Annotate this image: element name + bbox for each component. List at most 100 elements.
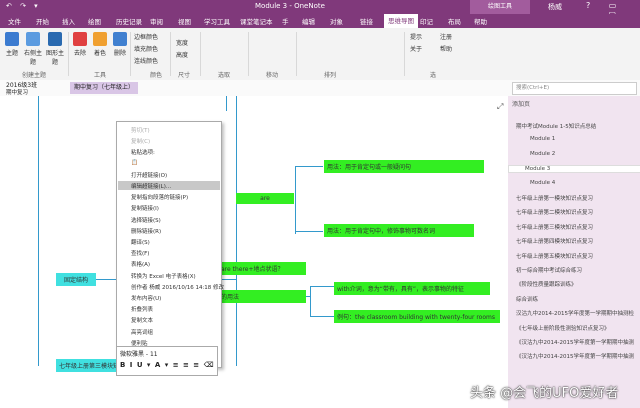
tip-button[interactable]: 提示 <box>410 32 422 41</box>
page-list-item[interactable]: 《阶段性质量跟踪训练》 <box>516 280 577 288</box>
tab-13[interactable]: 思维导图 <box>384 14 418 28</box>
remove-button[interactable]: 去除 <box>72 32 88 57</box>
border-color-button[interactable]: 边框颜色 <box>134 32 158 41</box>
page-list-item[interactable]: Module 3 <box>508 165 640 174</box>
group-label-create: 创建主题 <box>22 72 47 79</box>
are-node[interactable]: are <box>236 193 294 204</box>
section-name[interactable]: 期中复习 <box>6 88 28 96</box>
fill-color-button[interactable]: 填充颜色 <box>134 44 158 53</box>
context-menu-item[interactable]: 粘贴选项: <box>131 148 155 156</box>
connector-line <box>226 96 227 111</box>
line-color-button[interactable]: 连线颜色 <box>134 56 158 65</box>
page-list-item[interactable]: 初一综合期中考试综合练习 <box>516 266 582 274</box>
quick-access-toolbar[interactable]: ↶ ↷ ▾ <box>6 2 41 10</box>
delete-button[interactable]: 删除 <box>112 32 128 57</box>
context-menu-item[interactable]: 折叠列表 <box>131 305 153 313</box>
tab-2[interactable]: 插入 <box>62 16 75 26</box>
context-menu-item[interactable]: 复制链接(I) <box>131 204 159 212</box>
context-menu-item[interactable]: 发布内容(U) <box>131 294 161 302</box>
tab-9[interactable]: 手 <box>282 16 289 26</box>
page-tab[interactable]: 期中复习（七年级上） <box>70 82 139 94</box>
tab-3[interactable]: 绘图 <box>88 16 101 26</box>
page-list-item[interactable]: 《汉沽九中2014-2015学年度第一学期期中抽测 <box>516 338 634 346</box>
connector-line <box>236 96 237 366</box>
tab-7[interactable]: 学习工具 <box>204 16 230 26</box>
root-node[interactable]: 固定结构 <box>56 273 96 286</box>
page-list-item[interactable]: 七年级上册第二模块知识点复习 <box>516 208 593 216</box>
connector-line <box>295 166 296 232</box>
context-menu-item[interactable]: 复制文本 <box>131 316 153 324</box>
context-menu-item[interactable]: 表格(A) <box>131 260 150 268</box>
context-menu-item[interactable]: 创作者 杨威 2016/10/16 14:18 修改 <box>131 283 224 291</box>
delete-icon <box>113 32 127 46</box>
mini-format-toolbar: 微软雅黑 - 11 B I U ▾ A ▾ ≡ ≡ ≡ ⌫ <box>116 346 218 376</box>
search-input[interactable]: 搜索(Ctrl+E) <box>512 82 637 95</box>
context-menu-item[interactable]: 删除链接(R) <box>131 227 161 235</box>
right-topic-icon <box>26 32 40 46</box>
context-menu-item[interactable]: 选择链接(S) <box>131 216 161 224</box>
context-menu-item[interactable]: 复制指向段落的链接(P) <box>131 193 188 201</box>
page-list-item[interactable]: 七年级上册第三模块知识点复习 <box>516 223 593 231</box>
help-button[interactable]: 帮助 <box>440 44 452 53</box>
page-canvas[interactable]: 固定结构 are 用法：用于肯定句或一般疑问句 用法：用于肯定句中，修饰事物可数… <box>0 96 508 408</box>
user-name[interactable]: 杨威 <box>548 2 562 12</box>
with-node[interactable]: with介词，意为“带有，具有”，表示事物的特征 <box>334 282 490 295</box>
page-list-item[interactable]: 《七年级上册阶段性测验知识点复习》 <box>516 324 610 332</box>
question-node[interactable]: are there+地点状语？ <box>218 262 306 275</box>
tab-5[interactable]: 审阅 <box>150 16 163 26</box>
page-list-item[interactable]: Module 4 <box>530 180 555 186</box>
context-menu-item[interactable]: 转换为 Excel 电子表格(X) <box>131 272 196 280</box>
tab-14[interactable]: 印记 <box>420 16 433 26</box>
tab-11[interactable]: 对象 <box>330 16 343 26</box>
usage-node-1[interactable]: 用法：用于肯定句或一般疑问句 <box>324 160 484 173</box>
color-button[interactable]: 着色 <box>92 32 108 57</box>
context-menu-item[interactable]: 编辑超链接(L)... <box>131 182 171 190</box>
tab-1[interactable]: 开始 <box>36 16 49 26</box>
tab-12[interactable]: 链接 <box>360 16 373 26</box>
format-buttons[interactable]: B I U ▾ A ▾ ≡ ≡ ≡ ⌫ <box>120 361 215 369</box>
usage-node-2[interactable]: 用法：用于肯定句中，修饰事物可数名词 <box>324 224 474 237</box>
tab-6[interactable]: 视图 <box>178 16 191 26</box>
page-list-item[interactable]: Module 2 <box>530 151 555 157</box>
page-list-item[interactable]: 七年级上册第四模块知识点复习 <box>516 237 593 245</box>
group-label-move: 移动 <box>266 72 279 79</box>
font-selector[interactable]: 微软雅黑 - 11 <box>120 349 158 358</box>
context-menu-item[interactable]: 高亮词组 <box>131 328 153 336</box>
expand-icon[interactable]: ⤢ <box>497 102 503 112</box>
context-menu-item[interactable]: 翻译(S) <box>131 238 150 246</box>
tab-4[interactable]: 历史记录 <box>116 16 142 26</box>
page-list-item[interactable]: 期中考试Module 1-5知识点总结 <box>516 122 596 130</box>
color-icon <box>93 32 107 46</box>
topic-button[interactable]: 主题 <box>4 32 20 57</box>
page-list-item[interactable]: 七年级上册第一模块知识点复习 <box>516 194 593 202</box>
tab-10[interactable]: 编辑 <box>302 16 315 26</box>
right-topic-button[interactable]: 右侧主题 <box>24 32 42 66</box>
context-menu-item[interactable]: 📋 <box>131 160 138 166</box>
divider <box>200 32 201 76</box>
tab-15[interactable]: 布局 <box>448 16 461 26</box>
page-list-item[interactable]: Module 1 <box>530 136 555 142</box>
connector-line <box>295 166 323 167</box>
page-list-item[interactable]: 综合训练 <box>516 295 538 303</box>
example-node[interactable]: 例句：the classroom building with twenty-fo… <box>334 310 500 323</box>
register-button[interactable]: 注册 <box>440 32 452 41</box>
context-menu-item[interactable]: 查找(F) <box>131 249 149 257</box>
tab-16[interactable]: 帮助 <box>474 16 487 26</box>
context-tab-label: 绘图工具 <box>470 0 530 14</box>
page-list-item[interactable]: 七年级上册第五模块知识点复习 <box>516 252 593 260</box>
page-list-item[interactable]: 汉沽九中2014-2015学年度第一学期期中抽测检 <box>516 309 634 317</box>
add-page-button[interactable]: 添加页 <box>512 99 530 108</box>
context-menu-item[interactable]: 复制(C) <box>131 137 150 145</box>
page-list-item[interactable]: 《汉沽九中2014-2015学年度第一学期期中抽测 <box>516 352 634 360</box>
height-button[interactable]: 高度 <box>176 50 188 59</box>
tab-0[interactable]: 文件 <box>8 16 21 26</box>
ribbon: 主题 右侧主题 图形主题 创建主题 去除 着色 删除 工具 边框颜色 填充颜色 … <box>0 28 640 81</box>
context-menu-item[interactable]: 打开超链接(O) <box>131 171 167 179</box>
width-button[interactable]: 宽度 <box>176 38 188 47</box>
tab-8[interactable]: 课堂笔记本 <box>240 16 273 26</box>
usage-title-node[interactable]: 的用法 <box>218 290 306 303</box>
context-menu-item[interactable]: 剪切(T) <box>131 126 150 134</box>
about-button[interactable]: 关于 <box>410 44 422 53</box>
title-bar: ↶ ↷ ▾ Module 3 - OneNote 绘图工具 杨威 ? ▭ – ▢… <box>0 0 640 28</box>
shape-topic-button[interactable]: 图形主题 <box>46 32 64 66</box>
